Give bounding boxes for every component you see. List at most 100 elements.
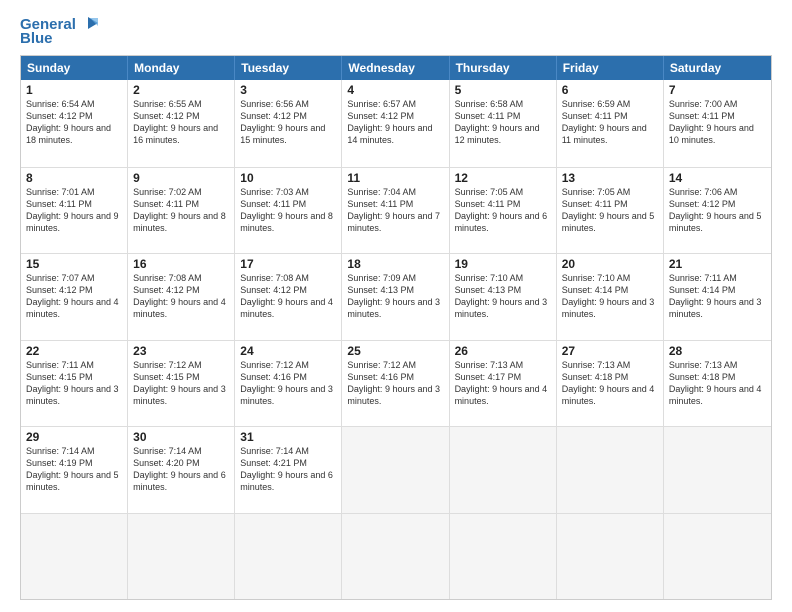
sunset-text: Sunset: 4:11 PM [240,198,336,210]
sunset-text: Sunset: 4:12 PM [26,110,122,122]
cal-cell: 4Sunrise: 6:57 AMSunset: 4:12 PMDaylight… [342,80,449,167]
week-row-5: 29Sunrise: 7:14 AMSunset: 4:19 PMDayligh… [21,426,771,513]
cal-cell: 31Sunrise: 7:14 AMSunset: 4:21 PMDayligh… [235,427,342,513]
sunrise-text: Sunrise: 7:11 AM [669,272,766,284]
cal-cell: 13Sunrise: 7:05 AMSunset: 4:11 PMDayligh… [557,168,664,254]
sunset-text: Sunset: 4:16 PM [347,371,443,383]
day-number: 23 [133,344,229,358]
day-number: 5 [455,83,551,97]
cal-cell: 5Sunrise: 6:58 AMSunset: 4:11 PMDaylight… [450,80,557,167]
cal-cell: 6Sunrise: 6:59 AMSunset: 4:11 PMDaylight… [557,80,664,167]
day-number: 17 [240,257,336,271]
cal-cell: 12Sunrise: 7:05 AMSunset: 4:11 PMDayligh… [450,168,557,254]
cal-cell: 15Sunrise: 7:07 AMSunset: 4:12 PMDayligh… [21,254,128,340]
header-thursday: Thursday [450,56,557,80]
daylight-text: Daylight: 9 hours and 4 minutes. [669,383,766,407]
sunrise-text: Sunrise: 7:14 AM [133,445,229,457]
cal-cell [450,514,557,600]
day-number: 26 [455,344,551,358]
sunrise-text: Sunrise: 6:59 AM [562,98,658,110]
sunset-text: Sunset: 4:18 PM [669,371,766,383]
sunrise-text: Sunrise: 7:07 AM [26,272,122,284]
week-row-3: 15Sunrise: 7:07 AMSunset: 4:12 PMDayligh… [21,253,771,340]
day-number: 8 [26,171,122,185]
sunset-text: Sunset: 4:12 PM [240,110,336,122]
cal-cell [342,427,449,513]
sunrise-text: Sunrise: 7:01 AM [26,186,122,198]
sunset-text: Sunset: 4:11 PM [26,198,122,210]
cal-cell: 14Sunrise: 7:06 AMSunset: 4:12 PMDayligh… [664,168,771,254]
sunset-text: Sunset: 4:11 PM [669,110,766,122]
day-number: 4 [347,83,443,97]
week-row-2: 8Sunrise: 7:01 AMSunset: 4:11 PMDaylight… [21,167,771,254]
cal-cell: 19Sunrise: 7:10 AMSunset: 4:13 PMDayligh… [450,254,557,340]
sunset-text: Sunset: 4:11 PM [347,198,443,210]
calendar-header-row: Sunday Monday Tuesday Wednesday Thursday… [21,56,771,80]
day-number: 28 [669,344,766,358]
cal-cell [557,427,664,513]
day-number: 12 [455,171,551,185]
sunset-text: Sunset: 4:21 PM [240,457,336,469]
sunset-text: Sunset: 4:14 PM [669,284,766,296]
day-number: 2 [133,83,229,97]
sunset-text: Sunset: 4:12 PM [26,284,122,296]
header-wednesday: Wednesday [342,56,449,80]
cal-cell: 23Sunrise: 7:12 AMSunset: 4:15 PMDayligh… [128,341,235,427]
sunrise-text: Sunrise: 6:57 AM [347,98,443,110]
daylight-text: Daylight: 9 hours and 6 minutes. [240,469,336,493]
sunrise-text: Sunrise: 7:02 AM [133,186,229,198]
day-number: 21 [669,257,766,271]
cal-cell [664,427,771,513]
sunrise-text: Sunrise: 7:03 AM [240,186,336,198]
logo: General Blue [20,16,98,47]
sunset-text: Sunset: 4:18 PM [562,371,658,383]
cal-cell: 27Sunrise: 7:13 AMSunset: 4:18 PMDayligh… [557,341,664,427]
daylight-text: Daylight: 9 hours and 3 minutes. [347,383,443,407]
logo-blue: Blue [20,30,53,47]
sunrise-text: Sunrise: 7:05 AM [562,186,658,198]
cal-cell: 9Sunrise: 7:02 AMSunset: 4:11 PMDaylight… [128,168,235,254]
header-saturday: Saturday [664,56,771,80]
sunrise-text: Sunrise: 7:09 AM [347,272,443,284]
sunset-text: Sunset: 4:12 PM [240,284,336,296]
sunrise-text: Sunrise: 7:05 AM [455,186,551,198]
daylight-text: Daylight: 9 hours and 14 minutes. [347,122,443,146]
sunset-text: Sunset: 4:11 PM [133,198,229,210]
day-number: 1 [26,83,122,97]
sunrise-text: Sunrise: 7:04 AM [347,186,443,198]
header-sunday: Sunday [21,56,128,80]
sunset-text: Sunset: 4:13 PM [347,284,443,296]
daylight-text: Daylight: 9 hours and 8 minutes. [240,210,336,234]
logo-text-block: General Blue [20,16,98,47]
week-row-6 [21,513,771,600]
daylight-text: Daylight: 9 hours and 3 minutes. [562,296,658,320]
header-tuesday: Tuesday [235,56,342,80]
daylight-text: Daylight: 9 hours and 18 minutes. [26,122,122,146]
day-number: 27 [562,344,658,358]
sunrise-text: Sunrise: 7:13 AM [562,359,658,371]
sunrise-text: Sunrise: 7:14 AM [240,445,336,457]
week-row-1: 1Sunrise: 6:54 AMSunset: 4:12 PMDaylight… [21,80,771,167]
cal-cell: 20Sunrise: 7:10 AMSunset: 4:14 PMDayligh… [557,254,664,340]
sunset-text: Sunset: 4:15 PM [133,371,229,383]
day-number: 3 [240,83,336,97]
daylight-text: Daylight: 9 hours and 4 minutes. [562,383,658,407]
daylight-text: Daylight: 9 hours and 6 minutes. [133,469,229,493]
cal-cell: 10Sunrise: 7:03 AMSunset: 4:11 PMDayligh… [235,168,342,254]
sunrise-text: Sunrise: 7:10 AM [455,272,551,284]
sunrise-text: Sunrise: 7:13 AM [669,359,766,371]
sunset-text: Sunset: 4:11 PM [455,110,551,122]
cal-cell: 17Sunrise: 7:08 AMSunset: 4:12 PMDayligh… [235,254,342,340]
sunrise-text: Sunrise: 7:00 AM [669,98,766,110]
page: General Blue Sunday Monday Tuesday Wedne… [0,0,792,612]
sunrise-text: Sunrise: 7:13 AM [455,359,551,371]
cal-cell: 26Sunrise: 7:13 AMSunset: 4:17 PMDayligh… [450,341,557,427]
daylight-text: Daylight: 9 hours and 3 minutes. [26,383,122,407]
day-number: 6 [562,83,658,97]
day-number: 30 [133,430,229,444]
sunrise-text: Sunrise: 7:12 AM [347,359,443,371]
daylight-text: Daylight: 9 hours and 8 minutes. [133,210,229,234]
daylight-text: Daylight: 9 hours and 4 minutes. [133,296,229,320]
cal-cell: 1Sunrise: 6:54 AMSunset: 4:12 PMDaylight… [21,80,128,167]
daylight-text: Daylight: 9 hours and 10 minutes. [669,122,766,146]
